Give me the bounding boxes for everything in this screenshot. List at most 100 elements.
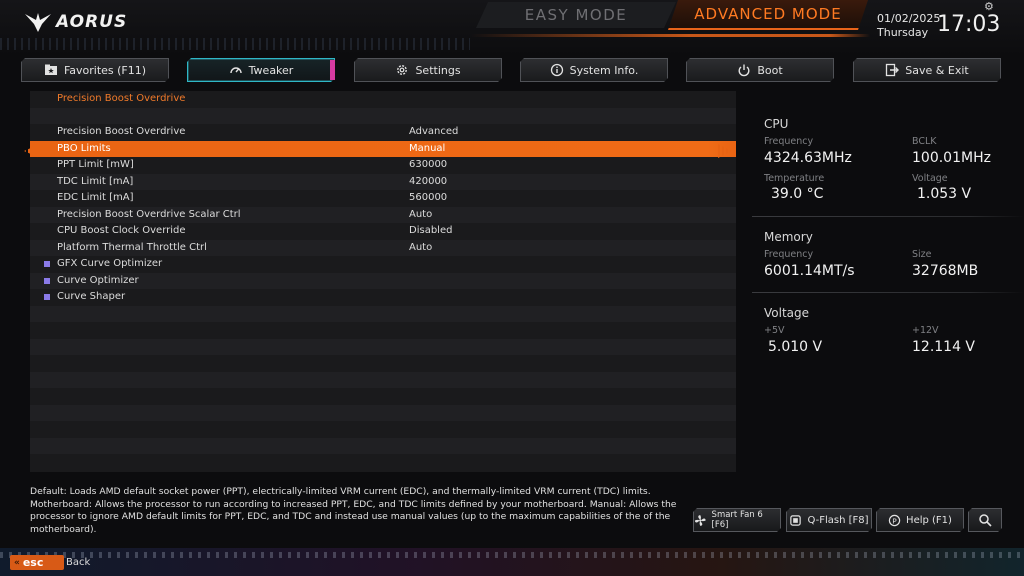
row-cpu-boost-clock[interactable]: CPU Boost Clock Override Disabled [30,223,736,240]
svg-text:P: P [892,516,897,525]
row-curve-optimizer[interactable]: Curve Optimizer [30,272,736,289]
row-label: PPT Limit [mW] [57,159,134,170]
easy-mode-tab[interactable]: EASY MODE [476,2,676,28]
row-label: CPU Boost Clock Override [57,225,186,236]
star-folder-icon [44,63,58,77]
help-line: processor to ignore AMD default limits f… [30,511,671,523]
memory-size-label: Size [912,249,932,260]
cpu-temp-value: 39.0 °C [771,186,824,202]
mode-underline [470,34,870,37]
row-label: TDC Limit [mA] [57,175,134,187]
footer-decor-lines [0,552,1024,558]
eagle-icon [25,13,51,32]
submenu-bullet-icon [44,277,50,284]
smart-fan-label: Smart Fan 6 [F6] [711,510,763,530]
empty-row [30,371,736,388]
row-label: PBO Limits [57,142,111,154]
row-pbo-scalar[interactable]: Precision Boost Overdrive Scalar Ctrl Au… [30,206,736,223]
v12-label: +12V [912,325,939,336]
row-value[interactable]: 560000 [409,192,447,203]
v5-value: 5.010 V [768,339,823,355]
row-label: Curve Shaper [57,291,126,302]
row-ppt-limit[interactable]: PPT Limit [mW] 630000 [30,157,736,174]
v5-label: +5V [764,325,785,336]
row-value[interactable]: Disabled [409,225,452,236]
section-title: Precision Boost Overdrive [57,93,186,104]
esc-button[interactable]: « esc [10,555,64,570]
back-label[interactable]: Back [66,557,90,568]
cpu-frequency-value: 4324.63MHz [764,150,852,166]
tab-tweaker[interactable]: Tweaker [187,58,335,82]
help-label: Help (F1) [906,514,952,526]
main-tabs: Favorites (F11) Tweaker Settings System … [0,58,1024,84]
settings-list: Precision Boost Overdrive Precision Boos… [30,91,736,472]
empty-row [30,355,736,372]
voltage-title: Voltage [764,306,810,320]
row-curve-shaper[interactable]: Curve Shaper [30,289,736,306]
tab-favorites[interactable]: Favorites (F11) [21,58,169,82]
search-button[interactable] [968,508,1002,532]
tab-save-exit[interactable]: Save & Exit [853,58,1001,82]
row-value[interactable]: Manual [409,143,445,154]
help-description: Default: Loads AMD default socket power … [30,486,678,536]
v12-value: 12.114 V [912,339,976,355]
header-decor-stripe [0,38,470,50]
smart-fan-button[interactable]: Smart Fan 6 [F6] [693,508,781,532]
exit-icon [885,63,899,77]
advanced-mode-tab[interactable]: ADVANCED MODE [668,0,868,30]
row-value[interactable]: Advanced [409,126,458,137]
row-label: Platform Thermal Throttle Ctrl [57,241,207,253]
cpu-temp-label: Temperature [764,173,825,184]
row-value[interactable]: Auto [409,209,432,220]
day-text: Thursday [877,26,929,39]
empty-row [30,421,736,438]
bclk-value: 100.01MHz [912,150,991,166]
panel-divider [752,216,1024,217]
tab-label: Boot [757,63,783,77]
tab-boot[interactable]: Boot [686,58,834,82]
section-header: Precision Boost Overdrive [30,91,736,108]
tab-label: Save & Exit [905,63,969,77]
row-value[interactable]: 630000 [409,159,447,170]
brand-name: AORUS [56,12,128,32]
cpu-title: CPU [764,117,789,131]
spacer-row [30,107,736,124]
memory-frequency-value: 6001.14MT/s [764,263,855,279]
row-edc-limit[interactable]: EDC Limit [mA] 560000 [30,190,736,207]
help-line: Default: Loads AMD default socket power … [30,486,651,497]
chip-icon [789,514,802,527]
row-value[interactable]: 420000 [409,176,447,187]
row-tdc-limit[interactable]: TDC Limit [mA] 420000 [30,173,736,190]
cpu-frequency-label: Frequency [764,136,814,147]
row-label: Precision Boost Overdrive Scalar Ctrl [57,208,241,220]
tab-label: Tweaker [248,63,294,77]
row-pbo-limits[interactable]: PBO Limits Manual [30,140,736,157]
empty-row [30,305,736,322]
memory-size-value: 32768MB [912,263,979,279]
row-label: EDC Limit [mA] [57,192,134,203]
row-pbo[interactable]: Precision Boost Overdrive Advanced [30,124,736,141]
empty-row [30,322,736,339]
fan-icon [694,514,707,527]
help-line: Motherboard: Allows the processor to run… [30,498,677,510]
row-gfx-curve-optimizer[interactable]: GFX Curve Optimizer [30,256,736,273]
empty-row [30,338,736,355]
tab-label: Favorites (F11) [63,63,147,77]
help-line: motherboard). [30,523,97,535]
clock: 17:03 [937,12,1001,37]
help-button[interactable]: P Help (F1) [876,508,964,532]
speedometer-icon [229,63,243,77]
tab-system-info[interactable]: System Info. [520,58,668,82]
cpu-voltage-label: Voltage [912,173,948,184]
tab-settings[interactable]: Settings [354,58,502,82]
row-value[interactable]: Auto [409,242,432,253]
q-flash-button[interactable]: Q-Flash [F8] [786,508,872,532]
aorus-logo: AORUS [24,10,127,34]
row-label: Curve Optimizer [57,274,139,286]
q-flash-label: Q-Flash [F8] [807,514,869,526]
esc-label: esc [22,556,44,569]
settings-gear-icon[interactable]: ⚙ [984,0,994,13]
top-bar: AORUS EASY MODE ADVANCED MODE 01/02/2025… [0,0,1024,56]
row-thermal-throttle[interactable]: Platform Thermal Throttle Ctrl Auto [30,239,736,256]
tab-label: Settings [415,63,461,77]
